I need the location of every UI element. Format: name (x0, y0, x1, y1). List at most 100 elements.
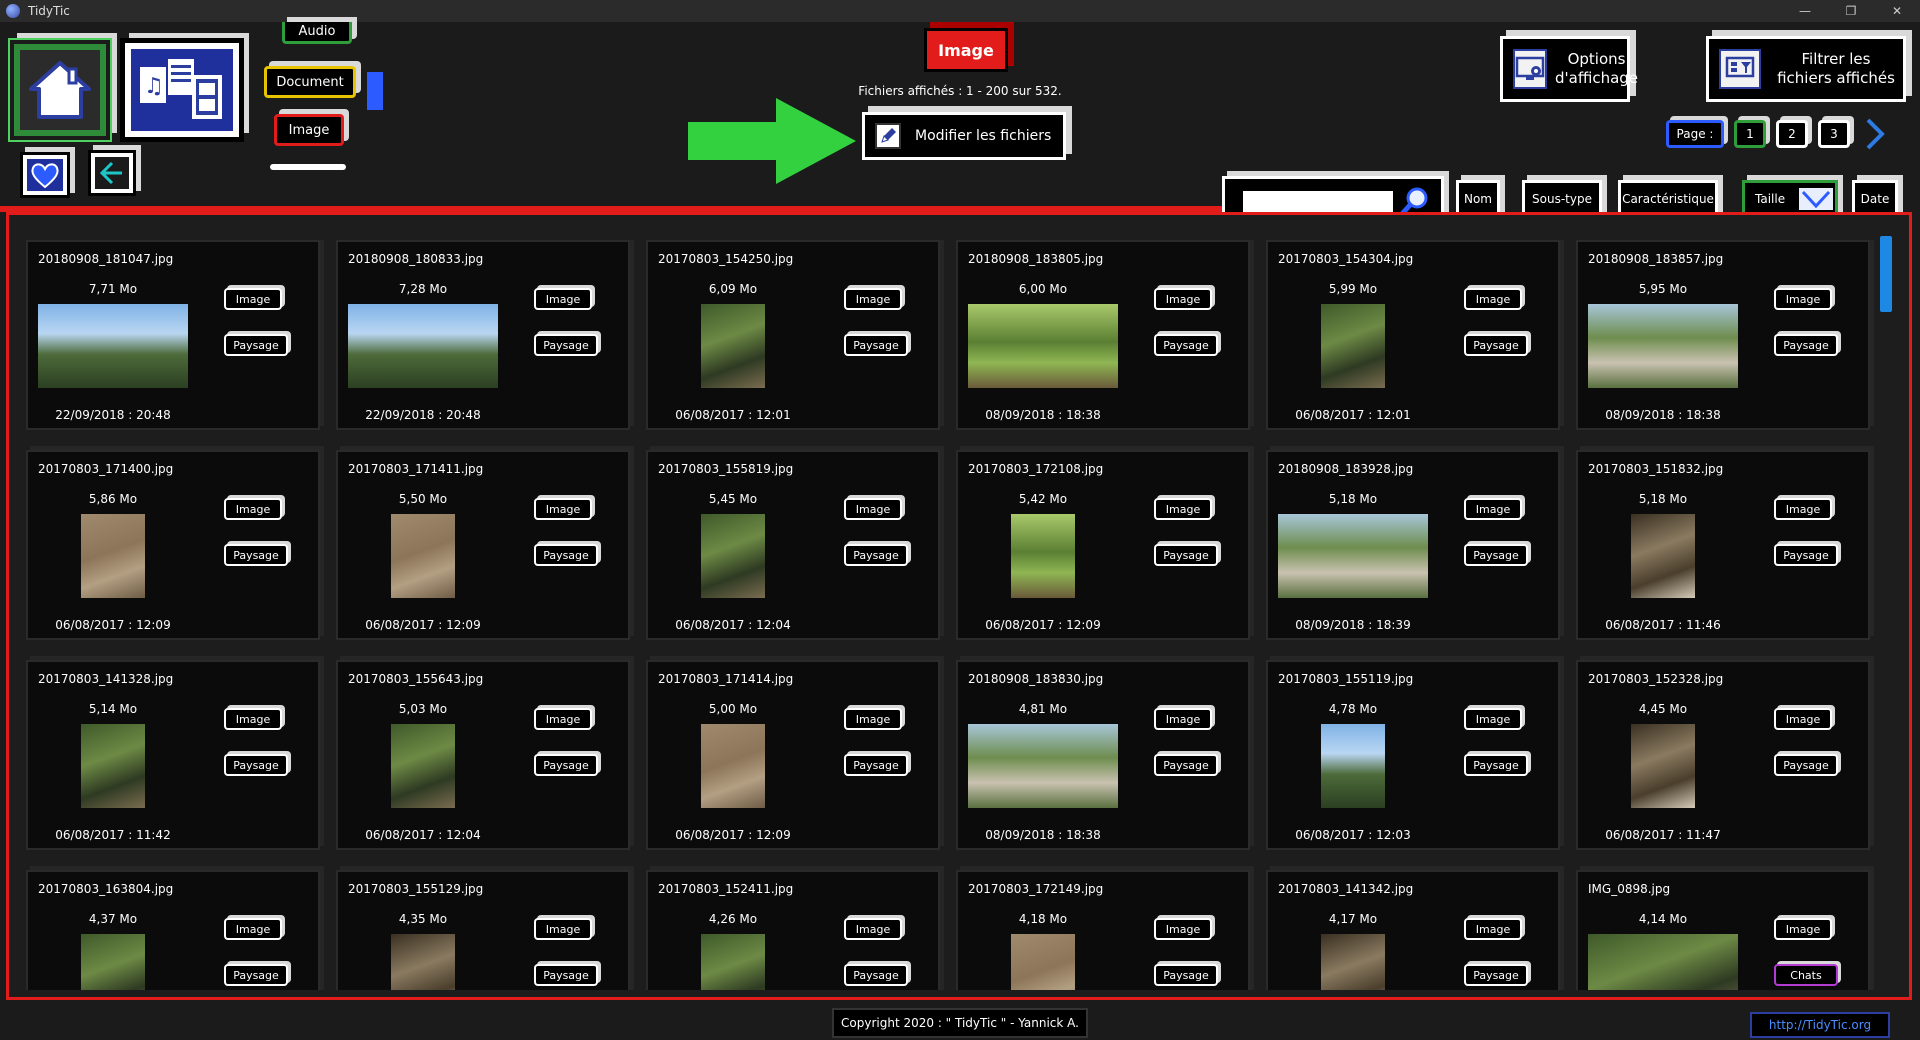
file-thumbnail[interactable] (968, 724, 1118, 808)
file-card[interactable]: 20180908_183805.jpg 6,00 Mo 08/09/2018 : 1… (956, 240, 1250, 430)
file-type-tag[interactable]: Image (1464, 498, 1522, 520)
file-type-tag[interactable]: Image (534, 918, 592, 940)
file-subtype-tag[interactable]: Paysage (224, 334, 288, 356)
file-subtype-tag[interactable]: Paysage (224, 544, 288, 566)
file-type-tag[interactable]: Image (1154, 288, 1212, 310)
file-subtype-tag[interactable]: Paysage (1154, 334, 1218, 356)
file-type-tag[interactable]: Image (1154, 918, 1212, 940)
file-subtype-tag[interactable]: Paysage (1774, 754, 1838, 776)
file-subtype-tag[interactable]: Paysage (844, 544, 908, 566)
file-card[interactable]: 20170803_154304.jpg 5,99 Mo 06/08/2017 : 1… (1266, 240, 1560, 430)
minimize-icon[interactable]: — (1782, 0, 1828, 22)
file-card[interactable]: 20170803_172108.jpg 5,42 Mo 06/08/2017 : 1… (956, 450, 1250, 640)
file-subtype-tag[interactable]: Paysage (1774, 544, 1838, 566)
file-card[interactable]: 20170803_163804.jpg 4,37 Mo Image Paysage (26, 870, 320, 990)
file-type-tag[interactable]: Image (844, 918, 902, 940)
file-card[interactable]: 20170803_152411.jpg 4,26 Mo Image Paysage (646, 870, 940, 990)
file-type-tag[interactable]: Image (1774, 708, 1832, 730)
media-types-button[interactable]: ♫ (120, 38, 244, 142)
file-type-tag[interactable]: Image (844, 708, 902, 730)
file-thumbnail[interactable] (1588, 304, 1738, 388)
file-card[interactable]: 20170803_152328.jpg 4,45 Mo 06/08/2017 : 1… (1576, 660, 1870, 850)
file-subtype-tag[interactable]: Paysage (224, 964, 288, 986)
file-subtype-tag[interactable]: Paysage (844, 754, 908, 776)
file-subtype-tag[interactable]: Chats (1774, 964, 1838, 986)
file-thumbnail[interactable] (38, 304, 188, 388)
file-thumbnail[interactable] (81, 514, 145, 598)
file-type-tag[interactable]: Image (224, 918, 282, 940)
file-type-tag[interactable]: Image (1154, 708, 1212, 730)
file-card[interactable]: 20180908_180833.jpg 7,28 Mo 22/09/2018 : 2… (336, 240, 630, 430)
file-thumbnail[interactable] (1631, 724, 1695, 808)
file-type-tag[interactable]: Image (224, 498, 282, 520)
file-type-tag[interactable]: Image (1774, 498, 1832, 520)
maximize-icon[interactable]: ❐ (1828, 0, 1874, 22)
file-subtype-tag[interactable]: Paysage (1464, 544, 1528, 566)
file-type-tag[interactable]: Image (844, 498, 902, 520)
file-type-tag[interactable]: Image (1154, 498, 1212, 520)
file-thumbnail[interactable] (1321, 934, 1385, 990)
file-type-tag[interactable]: Image (534, 498, 592, 520)
file-subtype-tag[interactable]: Paysage (534, 964, 598, 986)
file-thumbnail[interactable] (1321, 724, 1385, 808)
file-subtype-tag[interactable]: Paysage (1464, 964, 1528, 986)
type-list-next-item[interactable] (270, 164, 346, 170)
file-thumbnail[interactable] (1011, 934, 1075, 990)
file-subtype-tag[interactable]: Paysage (534, 544, 598, 566)
file-thumbnail[interactable] (968, 304, 1118, 388)
file-card[interactable]: 20170803_141328.jpg 5,14 Mo 06/08/2017 : 1… (26, 660, 320, 850)
file-thumbnail[interactable] (391, 724, 455, 808)
file-card[interactable]: 20170803_151832.jpg 5,18 Mo 06/08/2017 : 1… (1576, 450, 1870, 640)
type-image-button[interactable]: Image (274, 114, 344, 146)
file-subtype-tag[interactable]: Paysage (844, 964, 908, 986)
next-page-chevron-icon[interactable] (1864, 117, 1886, 151)
type-list-scrollbar[interactable] (367, 72, 383, 110)
type-document-button[interactable]: Document (264, 66, 356, 98)
file-thumbnail[interactable] (701, 724, 765, 808)
file-type-tag[interactable]: Image (844, 288, 902, 310)
file-thumbnail[interactable] (1011, 514, 1075, 598)
file-card[interactable]: 20180908_181047.jpg 7,71 Mo 22/09/2018 : 2… (26, 240, 320, 430)
website-link[interactable]: http://TidyTic.org (1750, 1012, 1890, 1038)
file-subtype-tag[interactable]: Paysage (1464, 334, 1528, 356)
file-card[interactable]: 20180908_183928.jpg 5,18 Mo 08/09/2018 : 1… (1266, 450, 1560, 640)
file-subtype-tag[interactable]: Paysage (1154, 544, 1218, 566)
file-thumbnail[interactable] (1278, 514, 1428, 598)
file-thumbnail[interactable] (1588, 934, 1738, 990)
page-1-button[interactable]: 1 (1734, 120, 1766, 148)
page-3-button[interactable]: 3 (1818, 120, 1850, 148)
file-type-tag[interactable]: Image (1464, 708, 1522, 730)
file-card[interactable]: 20170803_155129.jpg 4,35 Mo Image Paysage (336, 870, 630, 990)
grid-scrollbar-thumb[interactable] (1880, 236, 1892, 312)
file-thumbnail[interactable] (1631, 514, 1695, 598)
file-type-tag[interactable]: Image (1774, 288, 1832, 310)
file-thumbnail[interactable] (81, 724, 145, 808)
file-thumbnail[interactable] (701, 514, 765, 598)
page-2-button[interactable]: 2 (1776, 120, 1808, 148)
file-subtype-tag[interactable]: Paysage (1464, 754, 1528, 776)
file-card[interactable]: 20170803_155119.jpg 4,78 Mo 06/08/2017 : 1… (1266, 660, 1560, 850)
file-card[interactable]: 20170803_172149.jpg 4,18 Mo Image Paysage (956, 870, 1250, 990)
filter-files-button[interactable]: Filtrer les fichiers affichés (1706, 36, 1906, 102)
file-card[interactable]: 20170803_171400.jpg 5,86 Mo 06/08/2017 : 1… (26, 450, 320, 640)
file-thumbnail[interactable] (701, 304, 765, 388)
file-thumbnail[interactable] (701, 934, 765, 990)
file-card[interactable]: 20170803_171414.jpg 5,00 Mo 06/08/2017 : 1… (646, 660, 940, 850)
file-subtype-tag[interactable]: Paysage (1774, 334, 1838, 356)
file-card[interactable]: 20180908_183857.jpg 5,95 Mo 08/09/2018 : 1… (1576, 240, 1870, 430)
file-subtype-tag[interactable]: Paysage (1154, 964, 1218, 986)
close-icon[interactable]: ✕ (1874, 0, 1920, 22)
file-card[interactable]: 20170803_155819.jpg 5,45 Mo 06/08/2017 : 1… (646, 450, 940, 640)
file-thumbnail[interactable] (391, 934, 455, 990)
home-button[interactable] (8, 38, 112, 142)
file-card[interactable]: IMG_0898.jpg 4,14 Mo Image Chats (1576, 870, 1870, 990)
file-type-tag[interactable]: Image (534, 288, 592, 310)
file-card[interactable]: 20170803_141342.jpg 4,17 Mo Image Paysage (1266, 870, 1560, 990)
file-type-tag[interactable]: Image (1464, 288, 1522, 310)
file-thumbnail[interactable] (81, 934, 145, 990)
file-subtype-tag[interactable]: Paysage (534, 754, 598, 776)
file-thumbnail[interactable] (1321, 304, 1385, 388)
file-card[interactable]: 20170803_155643.jpg 5,03 Mo 06/08/2017 : 1… (336, 660, 630, 850)
file-subtype-tag[interactable]: Paysage (224, 754, 288, 776)
file-subtype-tag[interactable]: Paysage (844, 334, 908, 356)
